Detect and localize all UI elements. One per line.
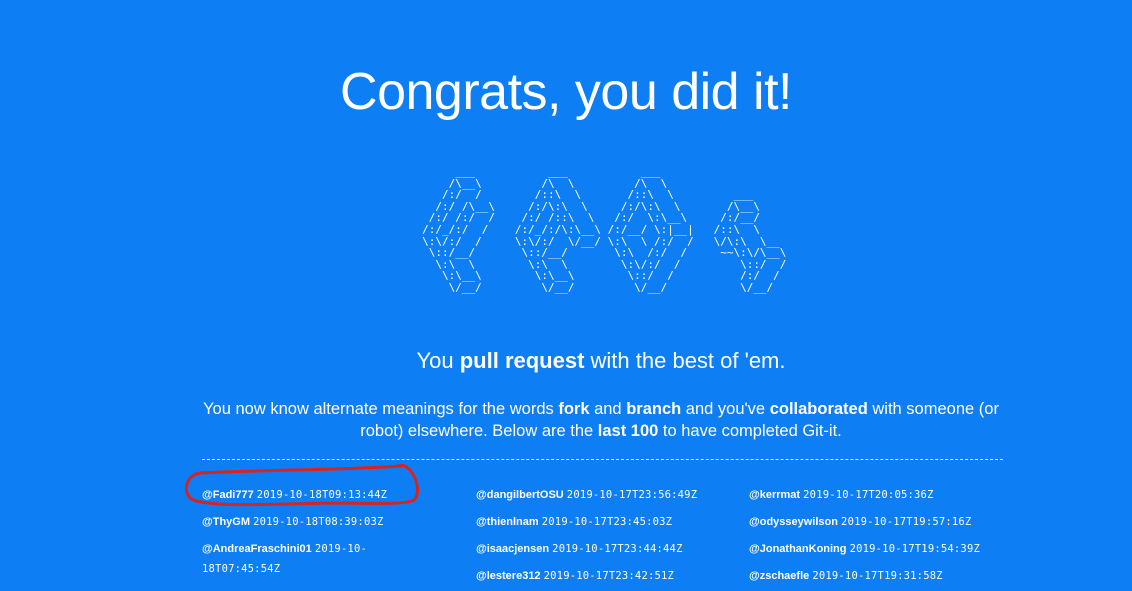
timestamp: 2019-10-17T19:31:58Z (812, 570, 943, 582)
list-item: @thienlnam 2019-10-17T23:45:03Z (476, 512, 746, 539)
user-link[interactable]: @kerrmat (749, 489, 800, 501)
timestamp: 2019-10-17T19:54:39Z (849, 543, 980, 555)
completions-column-3: @kerrmat 2019-10-17T20:05:36Z @odysseywi… (749, 485, 1019, 591)
list-item: @lestere312 2019-10-17T23:42:51Z (476, 566, 746, 591)
desc-text-1: You now know alternate meanings for the … (203, 400, 559, 418)
timestamp: 2019-10-18T09:13:44Z (256, 489, 388, 501)
timestamp: 2019-10-17T23:42:51Z (543, 570, 675, 582)
list-item: @isaacjensen 2019-10-17T23:44:44Z (476, 539, 746, 566)
completions-column-1: @Fadi777 2019-10-18T09:13:44Z @ThyGM 201… (202, 485, 472, 586)
list-item: @kerrmat 2019-10-17T20:05:36Z (749, 485, 1019, 512)
user-link[interactable]: @isaacjensen (476, 543, 549, 555)
timestamp: 2019-10-17T23:56:49Z (566, 489, 698, 501)
list-item: @ThyGM 2019-10-18T08:39:03Z (202, 512, 472, 539)
tagline-bold: pull request (459, 348, 585, 373)
timestamp: 2019-10-17T23:45:03Z (541, 516, 673, 528)
dashed-divider (202, 459, 1003, 460)
list-item: @Fadi777 2019-10-18T09:13:44Z (202, 485, 472, 512)
list-item: @AndreaFraschini01 2019-10-18T07:45:54Z (202, 539, 402, 586)
desc-bold-collaborated: collaborated (769, 400, 868, 418)
user-link[interactable]: @JonathanKoning (749, 543, 847, 555)
user-link[interactable]: @odysseywilson (749, 516, 838, 528)
tagline: You pull request with the best of 'em. (0, 348, 1132, 374)
desc-text-3: and you've (681, 400, 770, 418)
desc-text-2: and (589, 400, 627, 418)
git-it-ascii-logo: ___ ___ ___ /\__\ /\ \ /\ \ /:/ / /::\ \… (422, 165, 787, 294)
user-link[interactable]: @thienlnam (476, 516, 539, 528)
congrats-page: Congrats, you did it! ___ ___ ___ /\__\ … (0, 0, 1132, 591)
user-link[interactable]: @AndreaFraschini01 (202, 543, 312, 555)
list-item: @odysseywilson 2019-10-17T19:57:16Z (749, 512, 1019, 539)
list-item: @JonathanKoning 2019-10-17T19:54:39Z (749, 539, 1019, 566)
timestamp: 2019-10-18T08:39:03Z (253, 516, 384, 528)
page-title: Congrats, you did it! (340, 63, 792, 121)
user-link[interactable]: @dangilbertOSU (476, 489, 564, 501)
user-link[interactable]: @ThyGM (202, 516, 250, 528)
list-item: @zschaefle 2019-10-17T19:31:58Z (749, 566, 1019, 591)
timestamp: 2019-10-17T20:05:36Z (803, 489, 934, 501)
desc-bold-branch: branch (626, 400, 682, 418)
user-link[interactable]: @Fadi777 (202, 489, 254, 501)
user-link[interactable]: @zschaefle (749, 570, 809, 582)
user-link[interactable]: @lestere312 (476, 570, 541, 582)
desc-text-5: to have completed Git-it. (658, 422, 842, 440)
tagline-pre: You (416, 348, 460, 373)
description: You now know alternate meanings for the … (200, 398, 1002, 442)
desc-bold-last-100: last 100 (597, 422, 659, 440)
desc-bold-fork: fork (558, 400, 590, 418)
completions-column-2: @dangilbertOSU 2019-10-17T23:56:49Z @thi… (476, 485, 746, 591)
timestamp: 2019-10-17T23:44:44Z (552, 543, 683, 555)
list-item: @dangilbertOSU 2019-10-17T23:56:49Z (476, 485, 746, 512)
timestamp: 2019-10-17T19:57:16Z (841, 516, 972, 528)
tagline-post: with the best of 'em. (584, 348, 786, 373)
